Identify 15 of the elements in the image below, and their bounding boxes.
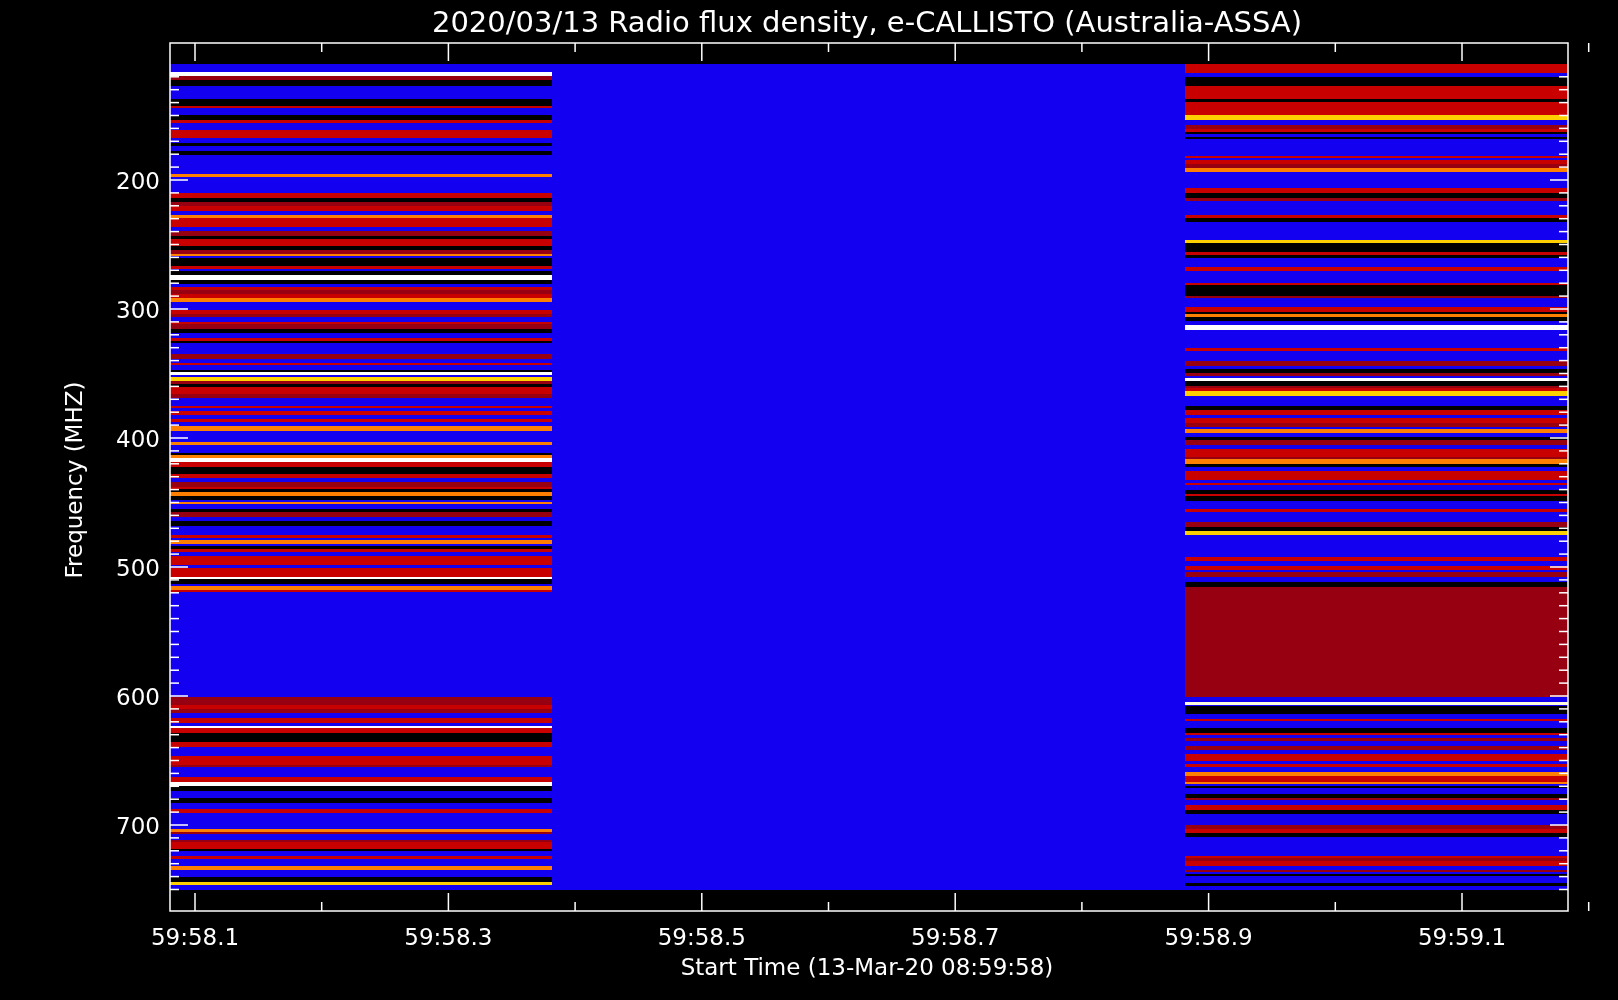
y-tick-label: 300 [116, 297, 160, 323]
y-tick-label: 500 [116, 555, 160, 581]
x-tick-label: 59:59.1 [1417, 924, 1507, 950]
y-tick-label: 600 [116, 684, 160, 710]
x-tick-label: 59:58.9 [1164, 924, 1253, 950]
y-axis-label: Frequency (MHZ) [61, 381, 87, 579]
x-tick-label: 59:58.3 [404, 924, 493, 950]
chart-title: 2020/03/13 Radio flux density, e-CALLISTO (Australia-ASSA) [431, 5, 1303, 39]
y-tick-label: 700 [116, 813, 160, 839]
x-axis-label: Start Time (13-Mar-20 08:59:58) [680, 954, 1054, 980]
x-tick-label: 59:58.7 [911, 924, 1000, 950]
x-tick-label: 59:58.5 [657, 924, 746, 950]
x-tick-label: 59:58.1 [150, 924, 240, 950]
y-tick-label: 400 [116, 426, 160, 452]
y-tick-label: 200 [116, 168, 160, 194]
